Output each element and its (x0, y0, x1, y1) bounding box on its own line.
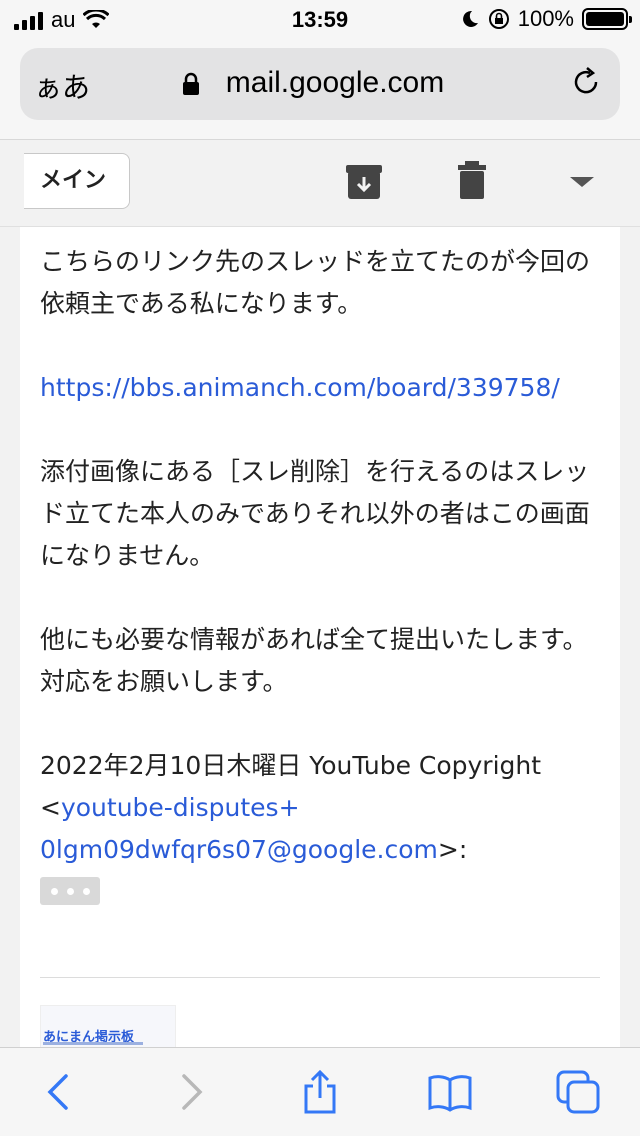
browser-toolbar (0, 1047, 640, 1136)
message-body: こちらのリンク先のスレッドを立てたのが今回の依頼主である私になります。 http… (20, 227, 620, 1047)
mail-toolbar: メイン (0, 141, 640, 227)
moon-icon (462, 10, 478, 27)
forward-icon[interactable] (168, 1070, 212, 1114)
reload-icon[interactable] (568, 64, 604, 100)
bookmarks-icon[interactable] (428, 1070, 472, 1114)
quote-header: 2022年2月10日木曜日 YouTube Copyright <youtube… (40, 751, 542, 864)
status-right: 100% (460, 6, 632, 32)
tabs-icon[interactable] (556, 1070, 600, 1114)
archive-icon[interactable] (344, 161, 384, 201)
back-icon[interactable] (38, 1070, 82, 1114)
address-bar[interactable]: ぁあ mail.google.com (20, 48, 620, 120)
browser-header: ぁあ mail.google.com (0, 40, 640, 140)
sender-email-link[interactable]: youtube-disputes+ 0lgm09dwfqr6s07@google.… (40, 793, 438, 864)
back-to-inbox-button[interactable]: メイン (24, 153, 130, 209)
battery-icon (582, 8, 632, 30)
trash-icon[interactable] (452, 161, 492, 201)
share-icon[interactable] (298, 1070, 342, 1114)
paragraph-1: こちらのリンク先のスレッドを立てたのが今回の依頼主である私になります。 (40, 247, 591, 318)
thread-link[interactable]: https://bbs.animanch.com/board/339758/ (40, 373, 560, 402)
battery-percent: 100% (517, 6, 574, 31)
attachment-thumbnail[interactable]: あにまん掲示板 (40, 1005, 176, 1047)
chevron-down-icon[interactable] (562, 161, 602, 201)
paragraph-3: 他にも必要な情報があれば全て提出いたします。対応をお願いします。 (40, 625, 588, 696)
rotation-lock-icon (488, 9, 509, 29)
show-trimmed-content-button[interactable] (40, 877, 100, 905)
status-bar: au 13:59 100% (0, 0, 640, 40)
divider (40, 977, 600, 978)
url-domain: mail.google.com (225, 66, 445, 99)
paragraph-2: 添付画像にある［スレ削除］を行えるのはスレッド立てた本人のみでありそれ以外の者は… (40, 457, 590, 570)
